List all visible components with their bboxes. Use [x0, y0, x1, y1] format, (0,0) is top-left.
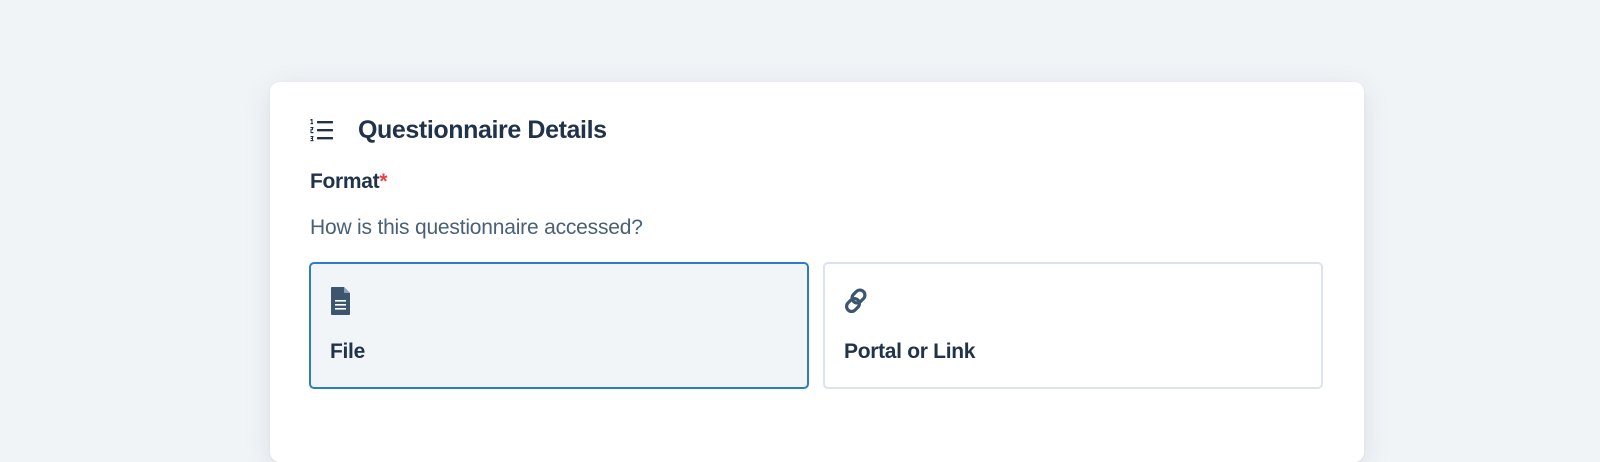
format-option-portal-or-link[interactable]: Portal or Link	[823, 262, 1323, 389]
required-marker: *	[379, 170, 388, 193]
link-icon	[844, 287, 870, 315]
numbered-list-icon	[310, 118, 334, 142]
section-title: Questionnaire Details	[358, 115, 607, 144]
format-field-label: Format*	[310, 170, 388, 194]
questionnaire-details-card: Questionnaire Details Format* How is thi…	[270, 82, 1364, 462]
card-header: Questionnaire Details	[310, 112, 607, 148]
file-document-icon	[330, 287, 356, 315]
format-option-file-label: File	[330, 340, 365, 363]
format-option-file[interactable]: File	[309, 262, 809, 389]
format-option-portal-or-link-label: Portal or Link	[844, 340, 976, 363]
format-label-text: Format	[310, 170, 380, 193]
format-help-text: How is this questionnaire accessed?	[310, 216, 643, 239]
